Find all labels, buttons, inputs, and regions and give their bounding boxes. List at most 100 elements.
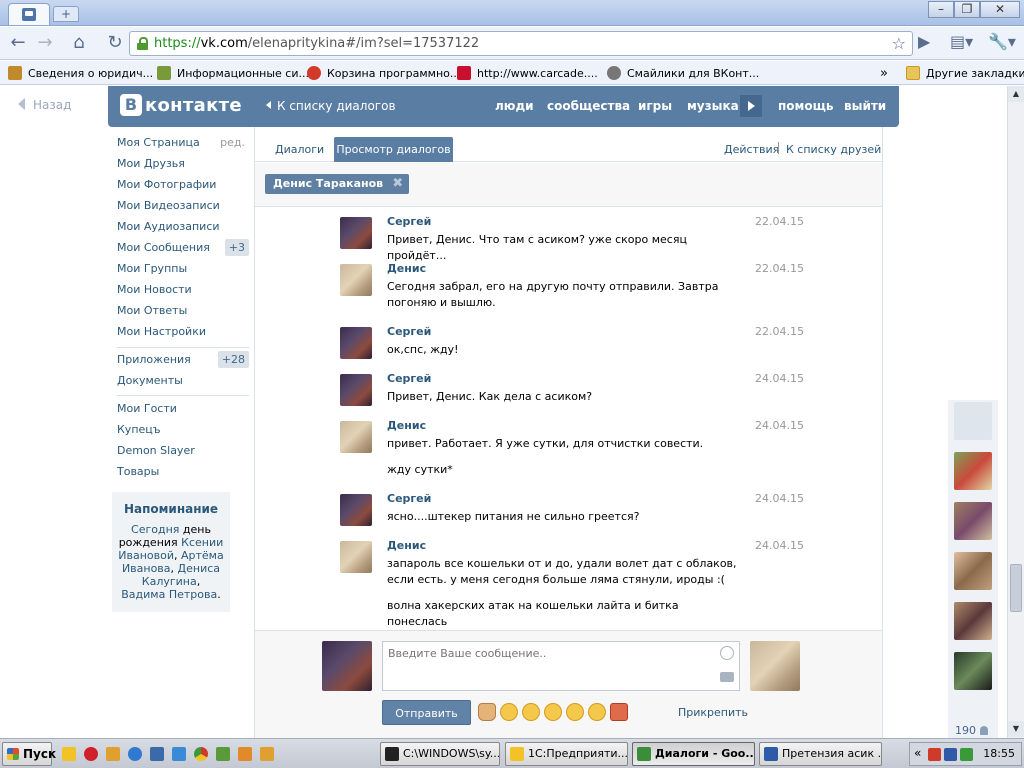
menu-guests[interactable]: Мои Гости xyxy=(117,402,249,420)
back-link[interactable]: Назад xyxy=(18,98,71,112)
browser-tab-vk[interactable] xyxy=(8,3,50,25)
message-author[interactable]: Денис xyxy=(387,262,426,275)
tray-app-icon[interactable] xyxy=(960,748,973,761)
topnav-help[interactable]: помощь xyxy=(778,99,833,113)
smile-emoji-icon[interactable] xyxy=(566,703,584,721)
cake-emoji-icon[interactable] xyxy=(610,703,628,721)
scroll-up-icon[interactable]: ▲ xyxy=(1008,86,1024,102)
message-author[interactable]: Сергей xyxy=(387,215,431,228)
quicklaunch-opera-icon[interactable] xyxy=(84,747,98,761)
vk-logo[interactable]: В контакте xyxy=(120,94,242,116)
window-restore-button[interactable]: ❐ xyxy=(954,1,980,18)
peer-chip[interactable]: Денис Тараканов ✖ xyxy=(265,174,410,194)
friend-avatar[interactable] xyxy=(954,652,992,690)
start-button[interactable]: Пуск xyxy=(2,742,56,766)
message-author[interactable]: Сергей xyxy=(387,492,431,505)
play-icon[interactable]: ▶ xyxy=(918,32,930,54)
message-input[interactable] xyxy=(382,641,740,691)
menu-edit-link[interactable]: ред. xyxy=(220,136,245,149)
bookmark-item[interactable]: Сведения о юридич... xyxy=(8,65,153,81)
message-author[interactable]: Денис xyxy=(387,419,426,432)
bookmark-item[interactable]: Корзина программно... xyxy=(307,65,460,81)
menu-settings[interactable]: Мои Настройки xyxy=(117,325,249,343)
grin-emoji-icon[interactable] xyxy=(544,703,562,721)
bookmark-item[interactable]: http://www.carcade.... xyxy=(457,65,598,81)
online-friends-count[interactable]: 190 xyxy=(955,724,988,737)
menu-videos[interactable]: Мои Видеозаписи xyxy=(117,199,249,217)
tray-network-icon[interactable] xyxy=(944,748,957,761)
bookmark-item[interactable]: Информационные си... xyxy=(157,65,309,81)
scroll-thumb[interactable] xyxy=(1010,564,1022,612)
wrench-icon[interactable]: 🔧▾ xyxy=(988,32,1016,54)
actions-link[interactable]: Действия xyxy=(724,143,779,156)
reminder-today-link[interactable]: Сегодня xyxy=(131,523,179,536)
other-bookmarks-folder[interactable]: Другие закладки xyxy=(906,65,1024,81)
vk-dog-icon[interactable] xyxy=(954,402,992,440)
window-close-button[interactable]: ✕ xyxy=(980,1,1020,18)
avatar[interactable] xyxy=(340,541,372,573)
home-icon[interactable]: ⌂ xyxy=(67,33,91,55)
reload-icon[interactable]: ↻ xyxy=(103,33,127,55)
menu-my-page[interactable]: Моя Страница ред. xyxy=(117,136,249,154)
avatar[interactable] xyxy=(340,374,372,406)
to-friends-list-link[interactable]: К списку друзей xyxy=(786,143,881,156)
quicklaunch-desktop-icon[interactable] xyxy=(150,747,164,761)
forward-arrow-icon[interactable]: → xyxy=(33,33,57,55)
topnav-music[interactable]: музыка xyxy=(687,99,739,113)
bookmarks-overflow-button[interactable]: » xyxy=(880,65,888,81)
menu-kupets[interactable]: Купецъ xyxy=(117,423,249,441)
rolling-eyes-emoji-icon[interactable] xyxy=(522,703,540,721)
smiley-icon[interactable] xyxy=(720,646,734,660)
quicklaunch-app-icon[interactable] xyxy=(238,747,252,761)
topnav-people[interactable]: люди xyxy=(495,99,534,113)
menu-demon-slayer[interactable]: Demon Slayer xyxy=(117,444,249,462)
tray-app-icon[interactable] xyxy=(928,748,941,761)
message-author[interactable]: Денис xyxy=(387,539,426,552)
attach-link[interactable]: Прикрепить xyxy=(678,706,748,719)
peer-avatar[interactable] xyxy=(750,641,800,691)
birthday-person-link[interactable]: Вадима Петрова xyxy=(121,588,217,601)
menu-audio[interactable]: Мои Аудиозаписи xyxy=(117,220,249,238)
quicklaunch-chrome-icon[interactable] xyxy=(194,747,208,761)
window-minimize-button[interactable]: – xyxy=(928,1,954,18)
menu-answers[interactable]: Мои Ответы xyxy=(117,304,249,322)
friend-avatar[interactable] xyxy=(954,602,992,640)
bookmark-item[interactable]: Смайлики для ВКонт... xyxy=(607,65,759,81)
tray-expand-button[interactable]: « xyxy=(914,746,921,760)
remove-peer-icon[interactable]: ✖ xyxy=(392,174,403,194)
quicklaunch-ie-icon[interactable] xyxy=(128,747,142,761)
back-arrow-icon[interactable]: ← xyxy=(6,33,30,55)
to-dialogs-list-link[interactable]: К списку диалогов xyxy=(266,99,396,113)
page-menu-icon[interactable]: ▤▾ xyxy=(950,32,973,54)
menu-friends[interactable]: Мои Друзья xyxy=(117,157,249,175)
audio-play-icon[interactable] xyxy=(740,95,762,117)
message-author[interactable]: Сергей xyxy=(387,325,431,338)
avatar[interactable] xyxy=(340,494,372,526)
topnav-logout[interactable]: выйти xyxy=(844,99,886,113)
topnav-communities[interactable]: сообщества xyxy=(547,99,630,113)
quicklaunch-app-icon[interactable] xyxy=(260,747,274,761)
friend-avatar[interactable] xyxy=(954,452,992,490)
quicklaunch-flag-icon[interactable] xyxy=(172,747,186,761)
avatar[interactable] xyxy=(340,421,372,453)
taskbar-item-cmd[interactable]: C:\WINDOWS\sy... xyxy=(380,742,500,766)
avatar[interactable] xyxy=(340,217,372,249)
message-author[interactable]: Сергей xyxy=(387,372,431,385)
taskbar-item-1c[interactable]: 1С:Предприяти... xyxy=(505,742,628,766)
new-tab-button[interactable]: + xyxy=(53,6,79,22)
friend-avatar[interactable] xyxy=(954,552,992,590)
send-button[interactable]: Отправить xyxy=(382,700,471,725)
my-avatar[interactable] xyxy=(322,641,372,691)
quicklaunch-1c-icon[interactable] xyxy=(62,747,76,761)
camera-icon[interactable] xyxy=(720,672,734,682)
friend-avatar[interactable] xyxy=(954,502,992,540)
tab-dialogs[interactable]: Диалоги xyxy=(275,143,324,156)
taskbar-item-word[interactable]: Претензия асик ... xyxy=(759,742,882,766)
menu-news[interactable]: Мои Новости xyxy=(117,283,249,301)
quicklaunch-app-icon[interactable] xyxy=(216,747,230,761)
scroll-down-icon[interactable]: ▼ xyxy=(1008,721,1024,737)
wink-emoji-icon[interactable] xyxy=(500,703,518,721)
page-scrollbar[interactable]: ▲ ▼ xyxy=(1007,86,1024,738)
menu-goods[interactable]: Товары xyxy=(117,465,249,483)
menu-apps[interactable]: Приложения +28 xyxy=(117,351,249,371)
